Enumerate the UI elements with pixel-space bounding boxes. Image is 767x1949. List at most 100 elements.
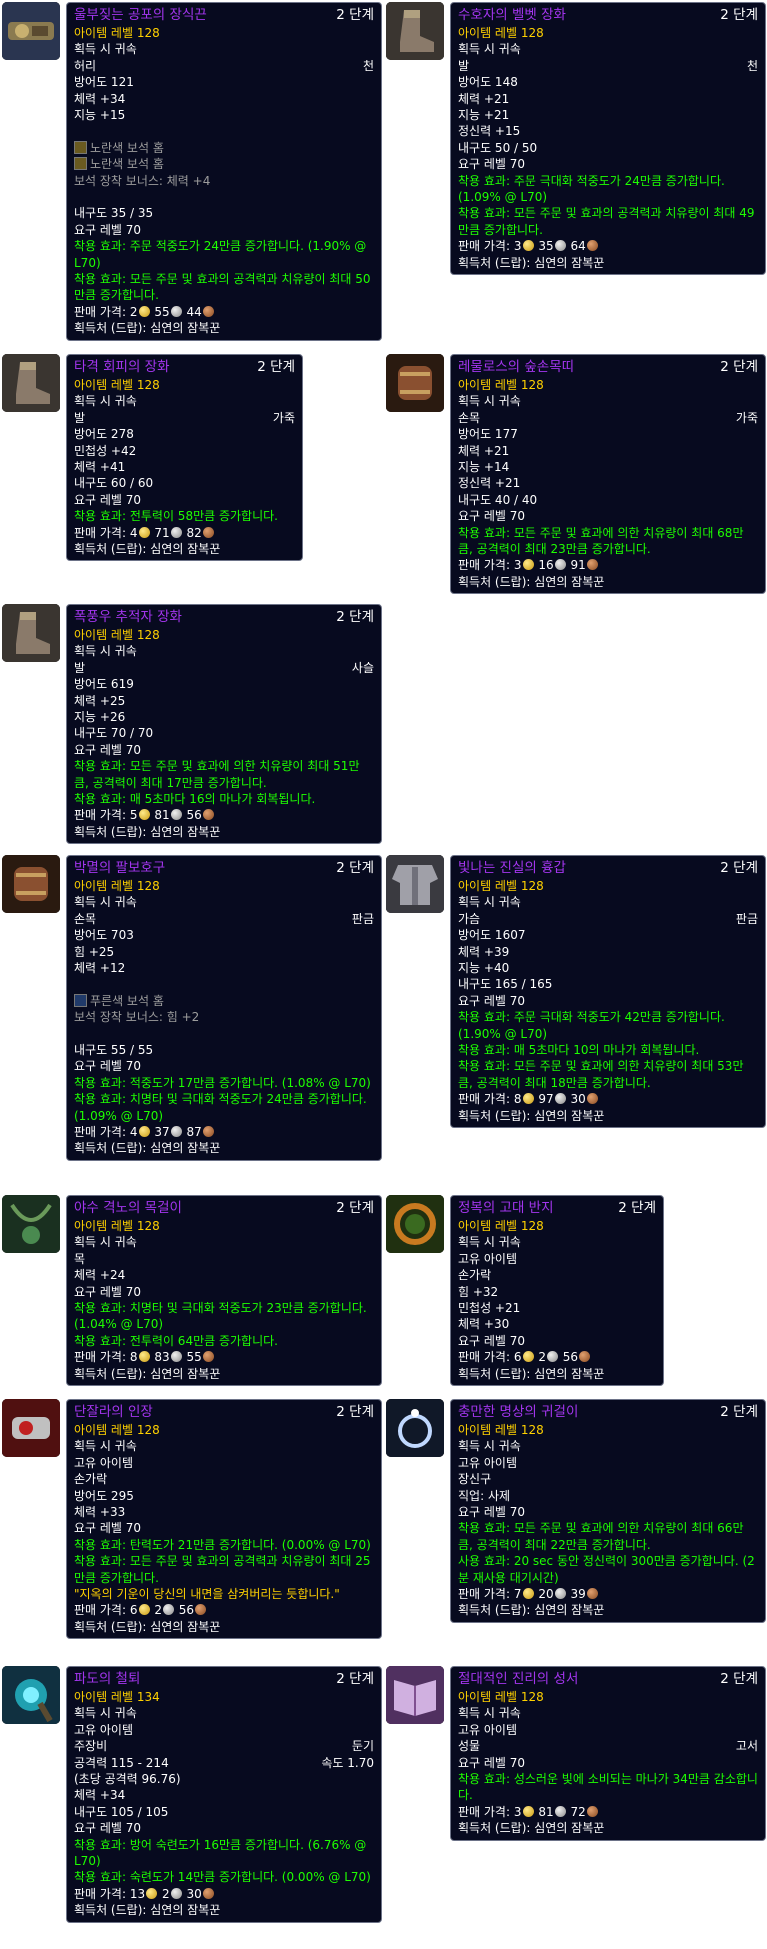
stat-text: 획득처 (드랍): 심연의 잠복꾼 — [74, 542, 221, 557]
copper-amount: 72 — [570, 1804, 586, 1819]
effect-text: 착용 효과: 치명타 및 극대화 적중도가 23만큼 증가합니다. (1.04%… — [74, 1301, 367, 1332]
item-tooltip: 단잘라의 인장 2 단계 아이템 레벨 128 획득 시 귀속 고유 아이템 손가락 방어도… — [66, 1399, 382, 1640]
stat-text: 획득 시 귀속 — [458, 42, 521, 57]
slot-row: 발천 — [458, 58, 758, 74]
stat-text: 요구 레벨 70 — [74, 1821, 142, 1836]
stat-text: 획득처 (드랍): 심연의 잠복꾼 — [74, 1619, 221, 1634]
slot-left: 손목 — [74, 911, 97, 926]
item-tooltip: 박멸의 팔보호구 2 단계 아이템 레벨 128 획득 시 귀속 손목 판금 방어도 703… — [66, 855, 382, 1161]
stat-text: 획득 시 귀속 — [458, 895, 521, 910]
belt-icon[interactable] — [2, 2, 60, 60]
slot-left: 발 — [74, 660, 86, 675]
effect-text: 착용 효과: 모든 주문 및 효과의 공격력과 치유량이 최대 25만큼 증가합… — [74, 1554, 371, 1585]
slot-left: 공격력 115 - 214 — [74, 1755, 169, 1770]
stat-text: 획득 시 귀속 — [458, 1706, 521, 1721]
sell-price: 판매 가격: 2 55 44 — [74, 304, 374, 320]
silver-coin-icon — [170, 809, 182, 821]
stage-label: 2 단계 — [720, 1404, 758, 1420]
item-tooltip: 절대적인 진리의 성서 2 단계 아이템 레벨 128 획득 시 귀속 고유 아이템 성물… — [450, 1666, 766, 1841]
gem-socket-icon — [74, 157, 87, 171]
item-name: 충만한 명상의 귀걸이 — [458, 1404, 579, 1420]
seal-icon[interactable] — [2, 1399, 60, 1457]
sell-price-label: 판매 가격: — [458, 1092, 511, 1107]
gold-amount: 8 — [513, 1092, 522, 1107]
silver-coin-icon — [546, 1351, 558, 1363]
gold-coin-icon — [138, 305, 150, 317]
silver-coin-icon — [170, 305, 182, 317]
item-title-row: 단잘라의 인장 2 단계 — [74, 1403, 374, 1422]
sell-price: 판매 가격: 6 2 56 — [458, 1349, 656, 1365]
item-title-row: 레물로스의 숲손목띠 2 단계 — [458, 358, 758, 377]
effect-text: 착용 효과: 전투력이 64만큼 증가합니다. — [74, 1333, 278, 1348]
gold-amount: 6 — [513, 1350, 522, 1365]
slot-right: 속도 1.70 — [321, 1755, 374, 1770]
slot-right: 천 — [362, 58, 374, 73]
stat-text: 획득처 (드랍): 심연의 잠복꾼 — [458, 1366, 605, 1381]
staff-icon[interactable] — [2, 1666, 60, 1724]
stat-text: 고유 아이템 — [74, 1455, 134, 1470]
effect-text: 착용 효과: 탄력도가 21만큼 증가합니다. (0.00% @ L70) — [74, 1537, 371, 1552]
boot-icon[interactable] — [2, 354, 60, 412]
silver-amount: 71 — [154, 525, 170, 540]
item-name: 수호자의 벨벳 장화 — [458, 7, 566, 23]
silver-coin-icon — [554, 240, 566, 252]
gold-coin-icon — [522, 1351, 534, 1363]
copper-amount: 64 — [570, 239, 586, 254]
slot-right: 고서 — [735, 1739, 758, 1754]
chest-icon[interactable] — [386, 855, 444, 913]
silver-coin-icon — [170, 526, 182, 538]
item-name: 빛나는 진실의 흉갑 — [458, 860, 566, 876]
stat-text: 체력 +30 — [458, 1317, 510, 1332]
socket-bonus: 보석 장착 보너스: 체력 +4 — [74, 173, 211, 188]
item-title-row: 타격 회피의 장화 2 단계 — [74, 358, 295, 377]
gem-socket-label: 노란색 보석 홈 — [90, 140, 164, 155]
boot-icon[interactable] — [2, 604, 60, 662]
item-level: 아이템 레벨 128 — [74, 879, 160, 893]
effect-text: 착용 효과: 주문 극대화 적중도가 24만큼 증가합니다. (1.09% @ … — [458, 173, 725, 205]
stat-text: 체력 +33 — [74, 1505, 126, 1520]
stat-text: 민첩성 +21 — [458, 1301, 521, 1316]
gem-socket-label: 노란색 보석 홈 — [90, 157, 164, 172]
gold-amount: 8 — [129, 1350, 138, 1365]
bracer-icon[interactable] — [2, 855, 60, 913]
stat-text: 요구 레벨 70 — [74, 742, 142, 757]
stage-label: 2 단계 — [720, 359, 758, 375]
copper-coin-icon — [586, 559, 598, 571]
stat-text: 내구도 55 / 55 — [74, 1043, 154, 1058]
gem-socket: 노란색 보석 홈 — [74, 156, 374, 172]
boot-icon[interactable] — [386, 2, 444, 60]
slot-row: 가슴 판금 — [458, 911, 758, 927]
silver-amount: 81 — [154, 808, 170, 823]
item-name: 박멸의 팔보호구 — [74, 860, 166, 876]
slot-row: 허리 천 — [74, 58, 374, 74]
item-level: 아이템 레벨 128 — [74, 1423, 160, 1437]
copper-amount: 56 — [562, 1350, 579, 1365]
effect-text: 착용 효과: 모든 주문 및 효과에 의한 치유량이 최대 66만큼, 공격력이… — [458, 1521, 744, 1552]
gold-coin-icon — [146, 1887, 158, 1899]
sell-price-label: 판매 가격: — [74, 1886, 127, 1901]
gold-amount: 4 — [129, 1125, 138, 1140]
stat-text: 체력 +12 — [74, 961, 126, 976]
item-name: 타격 회피의 장화 — [74, 359, 170, 375]
sell-price-label: 판매 가격: — [458, 1804, 511, 1819]
gold-coin-icon — [138, 1126, 150, 1138]
sell-price: 판매 가격: 7 20 39 — [458, 1586, 758, 1602]
gold-coin-icon — [138, 526, 150, 538]
earring-icon[interactable] — [386, 1399, 444, 1457]
book-icon[interactable] — [386, 1666, 444, 1724]
stage-label: 2 단계 — [720, 1671, 758, 1687]
ring-icon[interactable] — [386, 1195, 444, 1253]
slot-right: 가죽 — [735, 410, 758, 425]
stat-text: 지능 +14 — [458, 460, 510, 475]
stat-text: 내구도 105 / 105 — [74, 1804, 169, 1819]
necklace-icon[interactable] — [2, 1195, 60, 1253]
stat-text: 정신력 +15 — [458, 124, 521, 139]
sell-price: 판매 가격: 13 2 30 — [74, 1886, 374, 1902]
bracer-icon[interactable] — [386, 354, 444, 412]
effect-text: 착용 효과: 방어 숙련도가 16만큼 증가합니다. (6.76% @ L70) — [74, 1837, 367, 1869]
silver-amount: 2 — [154, 1603, 162, 1618]
gold-amount: 2 — [129, 304, 138, 319]
silver-amount: 37 — [154, 1125, 170, 1140]
